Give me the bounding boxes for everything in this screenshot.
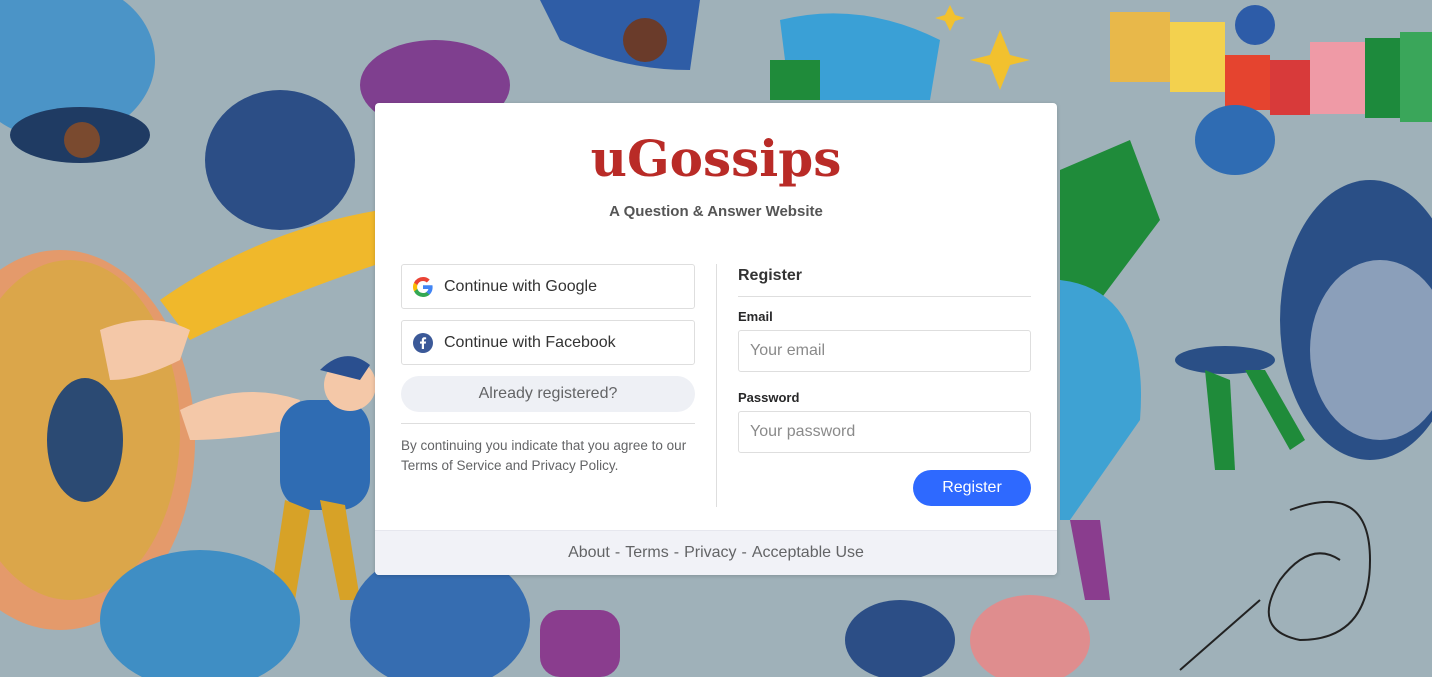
email-label: Email [738,309,773,324]
vertical-divider [716,264,717,507]
password-label: Password [738,390,800,405]
continue-with-google-button[interactable]: Continue with Google [401,264,695,309]
continue-with-google-label: Continue with Google [444,277,597,295]
google-icon [413,276,433,297]
site-tagline: A Question & Answer Website [609,203,823,220]
footer-separator: - [741,544,747,561]
continue-with-facebook-label: Continue with Facebook [444,333,616,351]
login-card: uGossips A Question & Answer Website Con… [375,103,1057,575]
register-button[interactable]: Register [913,470,1031,506]
continue-with-facebook-button[interactable]: Continue with Facebook [401,320,695,365]
facebook-icon [413,332,433,353]
register-panel: Register Email Password Register [738,264,1031,506]
register-title: Register [738,264,1031,297]
already-registered-button[interactable]: Already registered? [401,376,695,412]
social-login-panel: Continue with Google Continue with Faceb… [401,264,695,476]
footer-link-about[interactable]: About [568,544,610,562]
footer-separator: - [614,544,621,561]
password-input[interactable] [738,411,1031,453]
email-input[interactable] [738,330,1031,372]
footer-link-terms[interactable]: Terms [625,544,669,562]
terms-notice: By continuing you indicate that you agre… [401,438,687,473]
footer-link-privacy[interactable]: Privacy [684,544,736,562]
divider [401,423,695,424]
footer-separator: - [673,544,680,561]
footer-link-acceptable-use[interactable]: Acceptable Use [752,544,864,562]
footer-links: About - Terms - Privacy - Acceptable Use [375,530,1057,575]
site-logo[interactable]: uGossips [375,129,1057,189]
